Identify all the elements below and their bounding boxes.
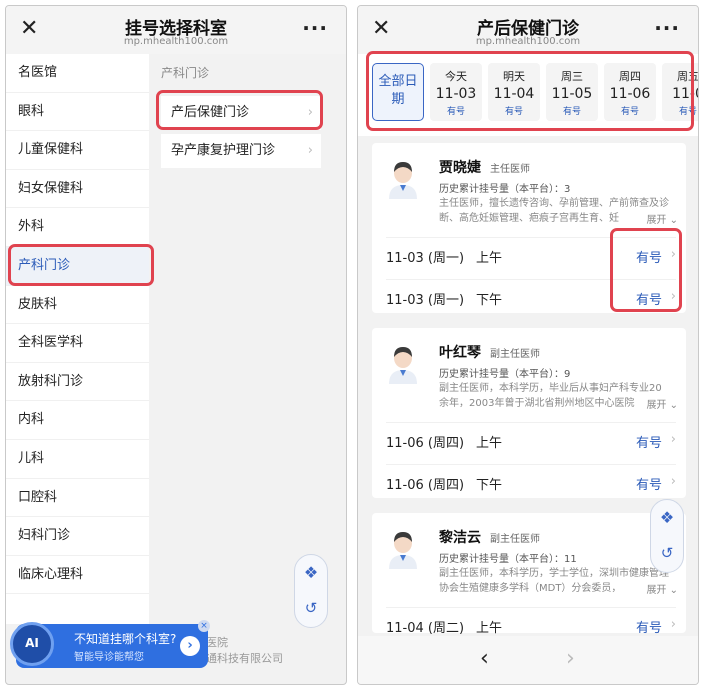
- department-content: 产科门诊 产后保健门诊 › 孕产康复护理门诊 ›: [149, 54, 346, 624]
- doctor-title: 副主任医师: [490, 349, 540, 360]
- sub-department-item[interactable]: 孕产康复护理门诊 ›: [161, 134, 321, 168]
- sidebar-item[interactable]: 儿科: [6, 440, 149, 479]
- back-icon[interactable]: ↺: [651, 544, 683, 562]
- slot-period: 上午: [476, 251, 503, 266]
- group-title: 产科门诊: [161, 66, 210, 80]
- sidebar-item[interactable]: 口腔科: [6, 479, 149, 518]
- chevron-right-icon: ›: [670, 474, 676, 489]
- time-slot[interactable]: 11-06 (周四) 下午 有号 ›: [386, 474, 676, 494]
- doctor-booking-count: 历史累计挂号量（本平台）：11: [439, 554, 577, 565]
- sidebar-item[interactable]: 妇科门诊: [6, 517, 149, 556]
- slot-availability[interactable]: 有号: [636, 617, 662, 636]
- sidebar-item[interactable]: 内科: [6, 401, 149, 440]
- expand-button[interactable]: 展开 ⌄: [646, 396, 678, 411]
- arrow-right-icon[interactable]: ›: [180, 636, 200, 656]
- apps-icon[interactable]: ❖: [295, 563, 327, 582]
- header: ✕ 挂号选择科室 mp.mhealth100.com ···: [6, 6, 346, 54]
- chevron-right-icon: ›: [670, 432, 676, 447]
- sidebar-item[interactable]: 全科医学科: [6, 324, 149, 363]
- floating-toolbar: ❖ ↺: [650, 499, 684, 573]
- apps-icon[interactable]: ❖: [651, 508, 683, 527]
- highlight-box: [610, 228, 682, 312]
- doctor-name: 黎洁云: [439, 530, 481, 546]
- doctor-avatar: [386, 529, 420, 569]
- sidebar-item[interactable]: 外科: [6, 208, 149, 247]
- slot-date: 11-06 (周四): [386, 436, 465, 451]
- divider: [386, 607, 676, 608]
- doctor-booking-count: 历史累计挂号量（本平台）：3: [439, 184, 571, 195]
- floating-toolbar: ❖ ↺: [294, 554, 328, 628]
- doctor-schedule-screen: ✕ 产后保健门诊 mp.mhealth100.com ··· 全部日期 今天 11…: [357, 5, 699, 685]
- time-slot[interactable]: 11-06 (周四) 上午 有号 ›: [386, 432, 676, 452]
- nav-back-icon[interactable]: ‹: [480, 646, 489, 671]
- doctor-avatar: [386, 159, 420, 199]
- doctor-name: 贾晓婕: [439, 160, 481, 176]
- divider: [386, 464, 676, 465]
- page-domain: mp.mhealth100.com: [475, 36, 581, 47]
- sub-department-label: 孕产康复护理门诊: [171, 143, 276, 158]
- doctor-booking-count: 历史累计挂号量（本平台）：9: [439, 369, 571, 380]
- department-screen: ✕ 挂号选择科室 mp.mhealth100.com ··· 名医馆 眼科 儿童保健…: [5, 5, 347, 685]
- expand-label: 展开: [646, 215, 667, 226]
- page-domain: mp.mhealth100.com: [123, 36, 229, 47]
- slot-period: 上午: [476, 436, 503, 451]
- divider: [386, 422, 676, 423]
- expand-label: 展开: [646, 400, 667, 411]
- highlight-box: [366, 51, 694, 131]
- more-icon[interactable]: ···: [302, 16, 328, 40]
- highlight-box: [156, 90, 323, 130]
- slot-availability[interactable]: 有号: [636, 432, 662, 451]
- back-icon[interactable]: ↺: [295, 599, 327, 617]
- slot-period: 下午: [476, 293, 503, 308]
- sidebar-item[interactable]: 临床心理科: [6, 556, 149, 595]
- slot-period: 上午: [476, 621, 503, 636]
- highlight-box: [8, 244, 154, 286]
- slot-availability[interactable]: 有号: [636, 474, 662, 493]
- more-icon[interactable]: ···: [654, 16, 680, 40]
- ai-avatar-icon: AI: [10, 622, 54, 666]
- slot-date: 11-04 (周二): [386, 621, 465, 636]
- doctor-bio: 副主任医师，本科学历，毕业后从事妇产科专业20余年，2003年曾于湖北省荆州地区…: [439, 383, 662, 409]
- ai-guide-banner[interactable]: AI 不知道挂哪个科室? 智能导诊能帮您 › ×: [10, 620, 210, 668]
- sidebar-item[interactable]: 皮肤科: [6, 286, 149, 325]
- sidebar-item[interactable]: 儿童保健科: [6, 131, 149, 170]
- sidebar-item[interactable]: 妇女保健科: [6, 170, 149, 209]
- doctor-title: 副主任医师: [490, 534, 540, 545]
- department-sidebar: 名医馆 眼科 儿童保健科 妇女保健科 外科 产科门诊 皮肤科 全科医学科 放射科门诊 内科 儿科 口腔…: [6, 54, 149, 624]
- close-icon[interactable]: ×: [198, 620, 210, 632]
- time-slot[interactable]: 11-04 (周二) 上午 有号 ›: [386, 617, 676, 637]
- header: ✕ 产后保健门诊 mp.mhealth100.com ···: [358, 6, 698, 54]
- doctor-bio: 主任医师，擅长遗传咨询、孕前管理、产前筛查及诊断、高危妊娠管理、疤痕子宫再生育、…: [439, 198, 669, 224]
- slot-period: 下午: [476, 478, 503, 493]
- sidebar-item[interactable]: 放射科门诊: [6, 363, 149, 402]
- slot-date: 11-03 (周一): [386, 293, 465, 308]
- doctor-bio: 副主任医师，本科学历，学士学位，深圳市健康管理协会生殖健康多学科（MDT）分会委…: [439, 568, 669, 594]
- doctor-title: 主任医师: [490, 164, 530, 175]
- slot-date: 11-03 (周一): [386, 251, 465, 266]
- expand-label: 展开: [646, 585, 667, 596]
- ai-banner-subtitle: 智能导诊能帮您: [74, 652, 144, 663]
- chevron-right-icon: ›: [307, 143, 313, 158]
- sidebar-item[interactable]: 名医馆: [6, 54, 149, 93]
- bottom-nav: ‹ ›: [358, 636, 698, 684]
- chevron-right-icon: ›: [670, 617, 676, 632]
- footer-line: 医院: [206, 636, 228, 649]
- footer-line: 通科技有限公司: [206, 652, 283, 665]
- doctor-card: 叶红琴 副主任医师历史累计挂号量（本平台）：9 副主任医师，本科学历，毕业后从事妇产…: [372, 328, 686, 498]
- sidebar-item[interactable]: 眼科: [6, 93, 149, 132]
- doctor-card: 黎洁云 副主任医师历史累计挂号量（本平台）：11 副主任医师，本科学历，学士学位，深…: [372, 513, 686, 636]
- slot-date: 11-06 (周四): [386, 478, 465, 493]
- doctor-name: 叶红琴: [439, 345, 481, 361]
- expand-button[interactable]: 展开 ⌄: [646, 581, 678, 596]
- nav-forward-icon[interactable]: ›: [566, 646, 575, 671]
- expand-button[interactable]: 展开 ⌄: [646, 211, 678, 226]
- doctor-avatar: [386, 344, 420, 384]
- ai-banner-title: 不知道挂哪个科室?: [74, 632, 177, 646]
